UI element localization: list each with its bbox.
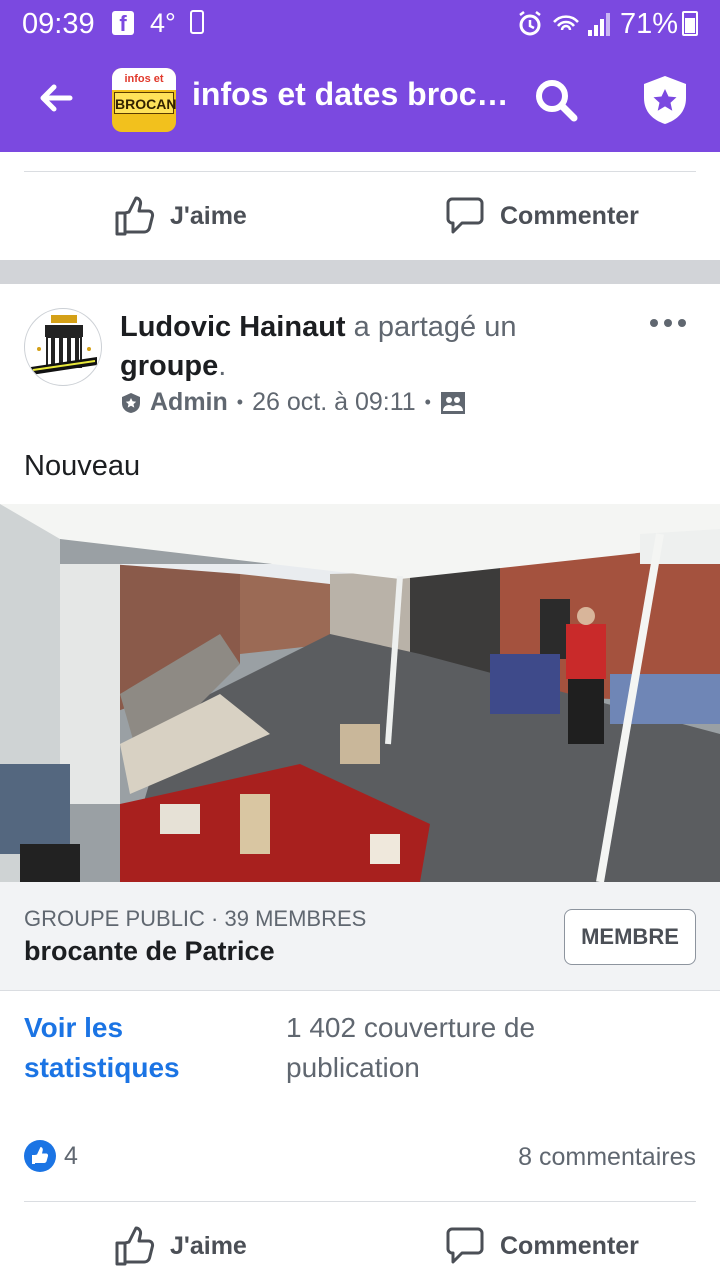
battery-percent: 71% xyxy=(620,8,679,40)
more-options-icon[interactable] xyxy=(648,316,688,330)
like-button[interactable]: J'aime xyxy=(114,1225,247,1267)
author-name[interactable]: Ludovic Hainaut xyxy=(120,311,346,343)
likes-count: 4 xyxy=(64,1141,78,1170)
post-header-text: Ludovic Hainaut a partagé un groupe. xyxy=(120,308,590,386)
admin-badge-icon xyxy=(122,392,140,413)
status-bar: 09:39 f 4° 71% xyxy=(0,0,720,48)
phone-icon xyxy=(190,10,204,34)
shared-text: a partagé un xyxy=(345,311,517,343)
facebook-notification-icon: f xyxy=(112,11,134,36)
reaction-summary[interactable]: 4 xyxy=(24,1140,78,1172)
status-temperature: 4° xyxy=(150,8,176,38)
period: . xyxy=(218,350,227,382)
author-avatar[interactable] xyxy=(24,308,102,386)
group-kind: GROUPE PUBLIC · 39 MEMBRES xyxy=(24,906,367,931)
app-bar: infos et dates BROCANTE infos et dates b… xyxy=(0,48,720,152)
status-time: 09:39 xyxy=(22,8,95,40)
like-button[interactable]: J'aime xyxy=(114,195,247,237)
group-name[interactable]: brocante de Patrice xyxy=(24,936,275,967)
meta-separator: • xyxy=(236,392,244,412)
post-timestamp[interactable]: 26 oct. à 09:11 xyxy=(252,388,416,417)
comment-icon xyxy=(446,1227,484,1264)
like-reaction-icon xyxy=(24,1140,56,1172)
meta-separator: • xyxy=(424,392,431,412)
thumbs-up-icon xyxy=(115,196,155,236)
comment-button[interactable]: Commenter xyxy=(444,1225,639,1267)
post-separator xyxy=(0,260,720,284)
like-label: J'aime xyxy=(170,201,247,230)
divider xyxy=(24,171,696,172)
post-photo[interactable] xyxy=(0,504,720,882)
like-label: J'aime xyxy=(170,1231,247,1260)
comment-button[interactable]: Commenter xyxy=(444,195,639,237)
shared-object-link[interactable]: groupe xyxy=(120,350,218,382)
rcsc-crest-icon xyxy=(31,315,97,375)
thumbs-up-icon xyxy=(115,1226,155,1266)
group-logo[interactable]: infos et dates BROCANTE xyxy=(112,68,176,132)
comment-label: Commenter xyxy=(500,1231,639,1260)
view-stats-link[interactable]: Voir les statistiques xyxy=(24,1008,244,1088)
role-label: Admin xyxy=(150,388,228,416)
comments-count[interactable]: 8 commentaires xyxy=(518,1143,696,1172)
member-button[interactable]: MEMBRE xyxy=(564,909,696,965)
comment-label: Commenter xyxy=(500,201,639,230)
back-arrow-icon[interactable] xyxy=(36,78,76,118)
search-icon[interactable] xyxy=(534,78,578,122)
divider xyxy=(24,1201,696,1202)
group-title[interactable]: infos et dates broc… xyxy=(192,76,512,113)
post-reach: 1 402 couverture de publication xyxy=(286,1012,536,1083)
group-logo-text: BROCANTE xyxy=(114,92,176,114)
post-body: Nouveau xyxy=(24,450,141,482)
shared-group-card[interactable]: GROUPE PUBLIC · 39 MEMBRES brocante de P… xyxy=(0,882,720,991)
group-audience-icon xyxy=(440,391,465,414)
admin-shield-icon[interactable] xyxy=(640,74,690,126)
alarm-wifi-signal-icon xyxy=(519,11,610,36)
comment-icon xyxy=(446,197,484,234)
group-logo-top-text: infos et dates xyxy=(112,68,176,107)
battery-icon xyxy=(682,11,698,36)
post-meta: Admin • 26 oct. à 09:11 • xyxy=(120,388,466,417)
